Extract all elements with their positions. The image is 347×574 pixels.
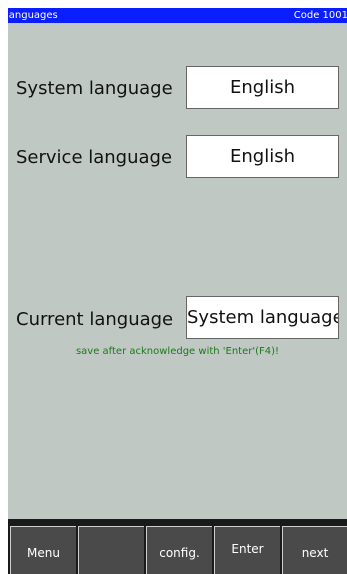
current-language-label: Current language [16,309,174,330]
function-key-bar: Menu config. Enter next [8,519,347,574]
next-button[interactable]: next [282,526,347,574]
save-hint: save after acknowledge with 'Enter'(F4)! [75,346,280,357]
screen: languages Code 1001 System language Engl… [8,0,347,574]
system-language-label: System language [16,78,173,99]
service-language-label: Service language [16,147,173,168]
screen-code: Code 1001 [293,10,347,21]
config-button[interactable]: config. [146,526,212,574]
service-language-field[interactable]: English [186,135,339,178]
current-language-field[interactable]: System language [186,296,339,339]
menu-button[interactable]: Menu [10,526,76,574]
title-bar: languages Code 1001 [8,8,347,23]
blank-function-button[interactable] [78,526,144,574]
top-strip [8,0,347,8]
enter-button[interactable]: Enter [214,526,280,574]
system-language-field[interactable]: English [186,66,339,109]
window-title: languages [8,10,58,21]
